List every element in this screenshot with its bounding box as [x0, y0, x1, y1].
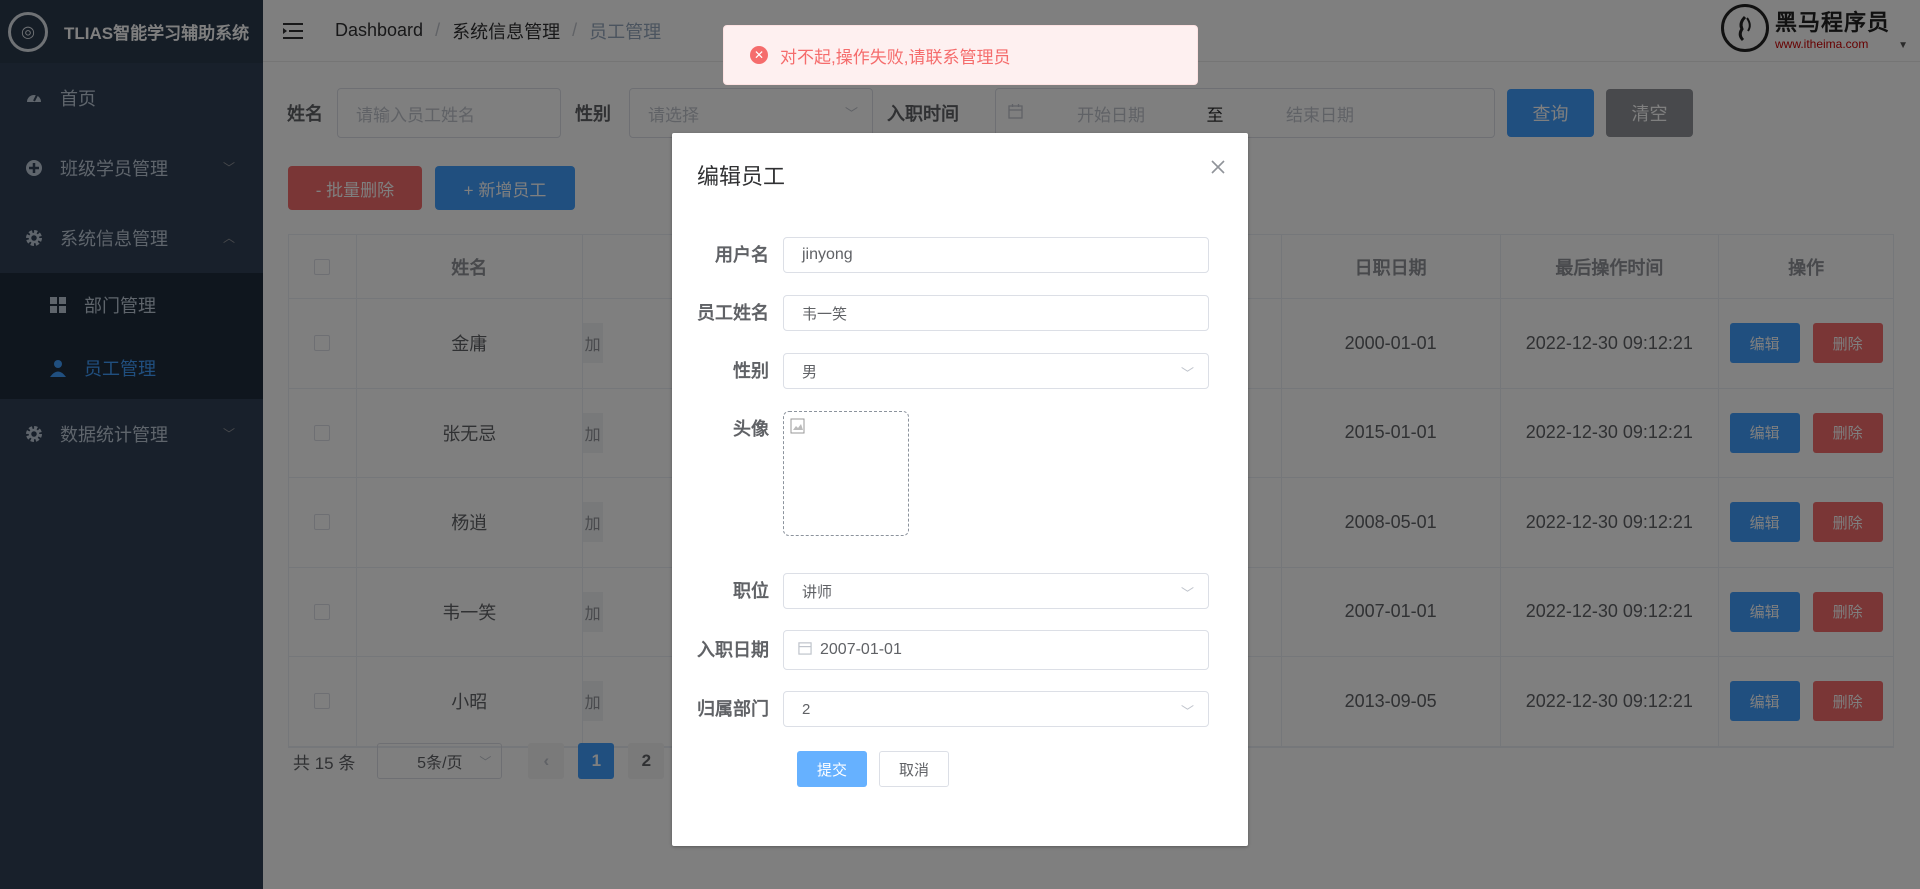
job-label: 职位: [733, 581, 769, 601]
gender-field-label: 性别: [733, 361, 769, 381]
job-select[interactable]: 讲师 ﹀: [783, 573, 1209, 609]
form-row-entry-date: 入职日期 2007-01-01: [672, 630, 1209, 670]
submit-button[interactable]: 提交: [797, 751, 867, 787]
job-value: 讲师: [802, 583, 833, 601]
avatar-label: 头像: [733, 419, 769, 439]
username-label: 用户名: [715, 245, 769, 265]
calendar-icon: [798, 641, 812, 659]
gender-field-select[interactable]: 男 ﹀: [783, 353, 1209, 389]
close-icon[interactable]: [1210, 155, 1226, 181]
avatar-uploader[interactable]: [783, 411, 909, 536]
form-row-job: 职位 讲师 ﹀: [672, 573, 1209, 609]
employee-name-value: 韦一笑: [802, 305, 848, 323]
error-circle-icon: ✕: [750, 46, 768, 64]
dept-select[interactable]: 2 ﹀: [783, 691, 1209, 727]
employee-name-label: 员工姓名: [697, 303, 769, 323]
username-value: jinyong: [802, 246, 853, 263]
form-row-name: 员工姓名 韦一笑: [672, 295, 1209, 331]
form-row-avatar: 头像: [672, 411, 909, 536]
entry-date-field-label: 入职日期: [697, 640, 769, 660]
chevron-down-icon: ﹀: [1180, 704, 1194, 719]
form-row-dept: 归属部门 2 ﹀: [672, 691, 1209, 727]
chevron-down-icon: ﹀: [1180, 586, 1194, 601]
entry-date-value: 2007-01-01: [820, 641, 902, 658]
cancel-button[interactable]: 取消: [879, 751, 949, 787]
gender-field-value: 男: [802, 363, 818, 381]
employee-name-input[interactable]: 韦一笑: [783, 295, 1209, 331]
entry-date-picker[interactable]: 2007-01-01: [783, 630, 1209, 670]
form-row-gender: 性别 男 ﹀: [672, 353, 1209, 389]
toast-message: 对不起,操作失败,请联系管理员: [780, 47, 1011, 67]
username-input[interactable]: jinyong: [783, 237, 1209, 273]
error-toast: ✕ 对不起,操作失败,请联系管理员: [723, 25, 1198, 85]
dept-label: 归属部门: [697, 699, 769, 719]
dept-value: 2: [802, 700, 811, 718]
edit-employee-dialog: 编辑员工 用户名 jinyong 员工姓名 韦一笑 性别 男 ﹀ 头像 职位 讲…: [672, 133, 1248, 846]
chevron-down-icon: ﹀: [1180, 366, 1194, 381]
broken-image-icon: [790, 418, 806, 439]
dialog-title: 编辑员工: [697, 164, 786, 189]
dialog-actions: 提交 取消: [797, 751, 949, 787]
form-row-username: 用户名 jinyong: [672, 237, 1209, 273]
